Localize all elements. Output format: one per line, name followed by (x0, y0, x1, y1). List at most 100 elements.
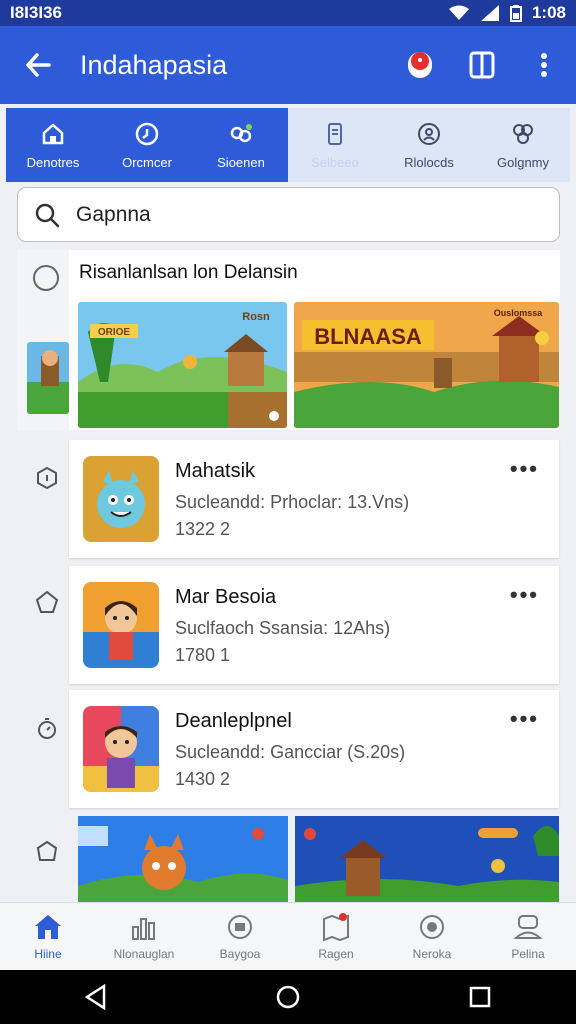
system-back-button[interactable] (76, 977, 116, 1017)
record-button[interactable] (404, 49, 436, 81)
tab-rlolocds[interactable]: Rlolocds (382, 108, 476, 182)
nav-home[interactable]: Hiine (0, 903, 96, 971)
featured-sidebar (17, 250, 69, 430)
tab-sioenen[interactable]: Sioenen (194, 108, 288, 182)
status-time-right: 1:08 (531, 3, 566, 22)
back-arrow-icon (26, 53, 51, 77)
bottom-nav: Hiine Nlonauglan Baygoa Ragen Neroka Pel… (0, 902, 576, 970)
search-icon (35, 203, 60, 227)
people-icon (230, 123, 252, 142)
nav-target[interactable]: Neroka (384, 903, 480, 971)
list-item[interactable]: Deanleplpnel Sucleandd: Gancciar (S.20s)… (69, 690, 559, 808)
tab-label: Orcmcer (122, 154, 172, 170)
target-icon (420, 915, 444, 939)
tab-denotres[interactable]: Denotres (6, 108, 100, 182)
tab-selbeeo[interactable]: Selbeeo (288, 108, 382, 182)
nav-profile[interactable]: Pelina (480, 903, 576, 971)
timer-icon (38, 718, 56, 739)
app-bar: Indahapasia (0, 26, 576, 104)
app-name: Deanleplpnel (175, 710, 292, 732)
circle-icon (33, 265, 59, 291)
game-banner[interactable] (295, 816, 559, 906)
featured-heading: Risanlanlsan lon Delansin (79, 262, 298, 283)
more-button[interactable]: ••• (510, 582, 539, 608)
game-banner[interactable]: BLNAASA Ouslomssa (294, 302, 559, 428)
back-button[interactable] (16, 43, 60, 87)
hexagon-icon (37, 466, 57, 490)
game-banner[interactable] (78, 816, 288, 906)
home-circle-icon (276, 985, 300, 1009)
tab-label: Selbeeo (311, 154, 359, 170)
system-recents-button[interactable] (460, 977, 500, 1017)
group-icon (513, 123, 533, 144)
recents-square-icon (469, 986, 491, 1008)
banner-tag: Rosn (242, 311, 270, 323)
badge-icon (418, 122, 440, 145)
nav-label: Nlonauglan (113, 947, 175, 961)
puzzle-icon (228, 915, 252, 939)
tab-label: Golgnmy (496, 154, 550, 170)
app-name: Mar Besoia (175, 586, 277, 608)
banner-tag: Ouslomssa (494, 308, 544, 318)
clock-icon (135, 122, 159, 145)
app-subtitle: Sucleandd: Gancciar (S.20s) (175, 742, 406, 762)
shield-icon (36, 840, 58, 861)
status-icons: 1:08 (448, 3, 566, 23)
status-bar: I8I3I36 1:08 (0, 0, 576, 26)
more-button[interactable]: ••• (510, 706, 539, 732)
home-icon (42, 122, 64, 144)
featured-thumbnail[interactable] (27, 342, 69, 414)
app-number: 1322 2 (175, 519, 231, 539)
app-name: Mahatsik (175, 460, 256, 482)
app-subtitle: Suclfaoch Ssansia: 12Ahs) (175, 618, 391, 638)
back-triangle-icon (84, 984, 106, 1010)
game-banner[interactable]: ORIOE Rosn (78, 302, 287, 428)
nav-label: Ragen (318, 947, 354, 961)
app-icon (83, 706, 159, 792)
split-view-icon (469, 51, 495, 79)
system-home-button[interactable] (268, 977, 308, 1017)
bottom-banners (78, 816, 559, 906)
app-icon (83, 456, 159, 542)
tab-label: Sioenen (217, 154, 265, 170)
category-tabs: Denotres Orcmcer Sioenen Selbeeo Rlolocd… (6, 108, 570, 182)
list-item[interactable]: Mahatsik Sucleandd: Prhoclar: 13.Vns) 13… (69, 440, 559, 558)
banner-label: ORIOE (98, 327, 131, 338)
signal-icon (480, 5, 499, 21)
search-value: Gapnna (76, 202, 151, 226)
nav-label: Pelina (511, 947, 545, 961)
tab-label: Denotres (26, 154, 80, 170)
status-time-left: I8I3I36 (10, 3, 62, 22)
tab-orcmcer[interactable]: Orcmcer (100, 108, 194, 182)
tab-golgnmy[interactable]: Golgnmy (476, 108, 570, 182)
banner-label: BLNAASA (314, 324, 422, 349)
list-item[interactable]: Mar Besoia Suclfaoch Ssansia: 12Ahs) 178… (69, 566, 559, 684)
overflow-menu-button[interactable] (528, 49, 560, 81)
more-vert-icon (541, 53, 547, 77)
record-icon (408, 52, 432, 78)
search-input[interactable]: Gapnna (17, 187, 560, 242)
page-title: Indahapasia (80, 49, 228, 80)
nav-games[interactable]: Baygoa (192, 903, 288, 971)
home-icon (35, 915, 61, 939)
battery-icon (509, 5, 522, 22)
split-view-button[interactable] (466, 49, 498, 81)
nav-map[interactable]: Ragen (288, 903, 384, 971)
person-icon (513, 915, 543, 939)
nav-stats[interactable]: Nlonauglan (96, 903, 192, 971)
app-number: 1780 1 (175, 645, 231, 665)
app-icon (83, 582, 159, 668)
nav-label: Baygoa (219, 947, 261, 961)
more-button[interactable]: ••• (510, 456, 539, 482)
map-icon (323, 913, 349, 941)
wifi-icon (448, 5, 469, 20)
tab-label: Rlolocds (404, 154, 454, 170)
phone-icon (328, 122, 342, 145)
app-subtitle: Sucleandd: Prhoclar: 13.Vns) (175, 492, 410, 512)
app-number: 1430 2 (175, 769, 231, 789)
list-sidebar (17, 440, 69, 902)
nav-label: Hiine (34, 947, 62, 961)
pentagon-icon (35, 590, 59, 613)
nav-label: Neroka (412, 947, 452, 961)
system-nav-bar (0, 970, 576, 1024)
